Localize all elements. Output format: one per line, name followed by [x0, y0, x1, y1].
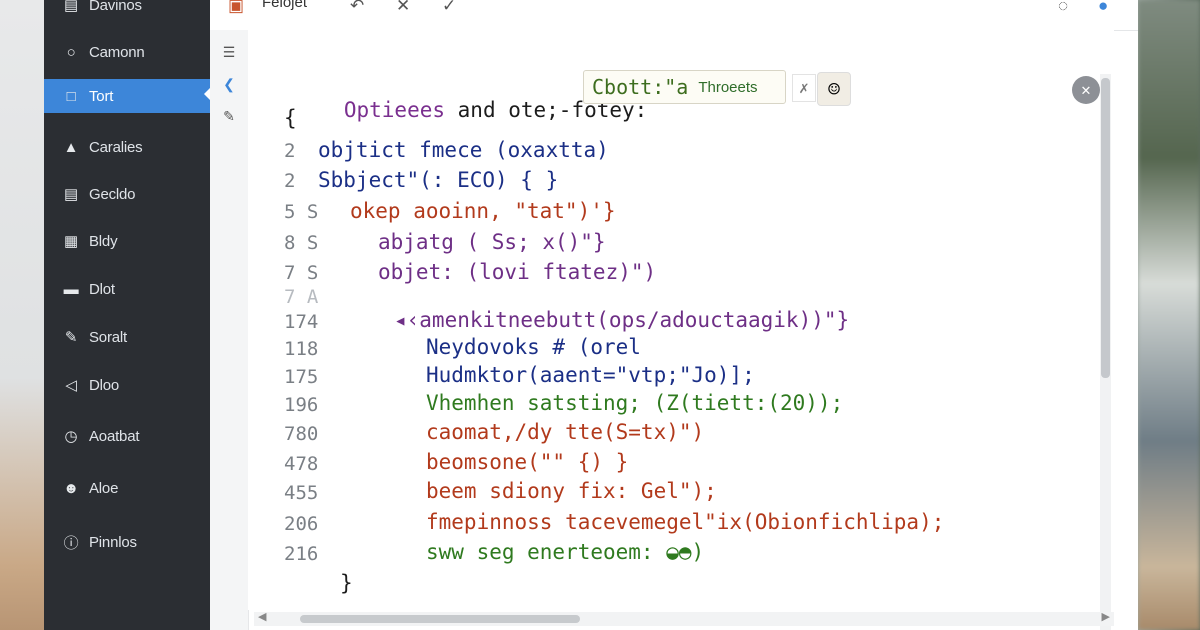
- line-number: 2: [284, 170, 296, 192]
- line-number: 216: [284, 543, 319, 565]
- sidebar-item-label: Aloe: [89, 479, 119, 497]
- sidebar-item-soralt[interactable]: ✎ Soralt: [44, 320, 210, 354]
- code-line: ◂‹amenkitneebutt(ops/adouctaagik))"}: [394, 308, 850, 332]
- sidebar-item-aloe[interactable]: ☻ Aloe: [44, 471, 210, 505]
- line-number: 174: [284, 311, 319, 333]
- list-icon: ▦: [64, 233, 78, 250]
- code-line: objtict fmece (oxaxtta): [318, 138, 609, 162]
- sidebar-item-label: Pinnlos: [89, 533, 137, 551]
- code-line: beem sdiony fix: Gel");: [426, 479, 717, 503]
- code-line: Neydovoks # (orel: [426, 335, 641, 359]
- sidebar-item-label: Bldy: [89, 232, 118, 250]
- header-keyword: Optieees: [343, 98, 446, 122]
- sidebar-item-label: Dlot: [89, 280, 115, 298]
- line-number: 2: [284, 140, 296, 162]
- line-number: 7 A: [284, 286, 319, 308]
- pen-icon[interactable]: ✎: [221, 108, 237, 124]
- sidebar-item-label: Dloo: [89, 376, 120, 394]
- hint-label: Throeets: [698, 78, 758, 96]
- line-number: 780: [284, 423, 319, 445]
- hint-code: Cbott:"a: [592, 75, 689, 99]
- sidebar-item-label: Soralt: [89, 328, 127, 346]
- close-icon[interactable]: ✕: [396, 0, 410, 16]
- sidebar-item-label: Camonn: [89, 43, 145, 61]
- code-editor[interactable]: Optieees and ote;-fotey: Cbott:"a Throee…: [248, 30, 1114, 630]
- line-number: 118: [284, 338, 319, 360]
- home-icon: ▲: [63, 138, 79, 156]
- code-line: Vhemhen satsting; (Z(tiett:(20));: [426, 391, 844, 415]
- line-number: 196: [284, 394, 319, 416]
- sidebar-item-label: Caralies: [89, 138, 143, 156]
- sidebar-item-bldy[interactable]: ▦ Bldy: [44, 224, 210, 258]
- autocomplete-hint[interactable]: Cbott:"a Throeets: [583, 70, 786, 104]
- code-line: Sbbject"(: ECO) { }: [318, 168, 559, 192]
- line-number: 455: [284, 482, 319, 504]
- sidebar-item-dloo[interactable]: ◁ Dloo: [44, 368, 210, 402]
- sidebar-item-pinnlos[interactable]: ⓘ Pinnlos: [44, 525, 210, 559]
- tab-label[interactable]: Felojet: [262, 0, 307, 11]
- back-icon: ◁: [65, 377, 77, 394]
- line-number: 206: [284, 513, 319, 535]
- loading-icon: ◌: [1058, 0, 1069, 15]
- info-icon: ⓘ: [63, 534, 79, 552]
- clock-icon: ◷: [64, 428, 78, 445]
- chevron-left-icon[interactable]: ❮: [221, 76, 237, 92]
- avatar[interactable]: ●: [1098, 0, 1108, 16]
- square-icon: □: [66, 87, 76, 105]
- background-right: [1138, 0, 1200, 630]
- scrollbar-thumb[interactable]: [300, 615, 580, 623]
- close-panel-button[interactable]: ✕: [1072, 76, 1100, 104]
- line-number: 478: [284, 453, 319, 475]
- code-line: okep aooinn, "tat")'}: [350, 199, 616, 223]
- code-line: fmepinnoss tacevemegel"ix(Obionfichlipa)…: [426, 510, 945, 534]
- folder-icon: ▤: [64, 0, 78, 14]
- code-line: caomat,/dy tte(S=tx)"): [426, 420, 705, 444]
- sidebar-item-camonn[interactable]: ○ Camonn: [44, 35, 210, 69]
- horizontal-scrollbar[interactable]: ◀ ▶: [254, 610, 1114, 626]
- code-line: objet: (lovi ftatez)"): [378, 260, 657, 284]
- hint-dismiss-icon[interactable]: ✗: [792, 74, 816, 102]
- sidebar-item-label: Davinos: [89, 0, 142, 14]
- sidebar-item-dlot[interactable]: ▬ Dlot: [44, 272, 210, 306]
- line-number: 5 S: [284, 201, 319, 223]
- tag-icon[interactable]: ✓: [442, 0, 456, 16]
- sidebar-item-gecldo[interactable]: ▤ Gecldo: [44, 177, 210, 211]
- line-number: 8 S: [284, 232, 319, 254]
- scroll-left-icon[interactable]: ◀: [258, 610, 266, 623]
- vertical-scrollbar[interactable]: [1100, 74, 1111, 630]
- toolbar: ▣ Felojet ↶ ✕ ✓ ◌ ●: [210, 0, 1138, 31]
- grid-icon: ▤: [64, 186, 78, 203]
- background-left: [0, 0, 44, 630]
- code-line: sww seg enerteoem: ◒◓): [426, 540, 705, 564]
- line-number: 175: [284, 366, 319, 388]
- code-line: }: [340, 571, 353, 595]
- bar-icon: ▬: [63, 280, 79, 298]
- sidebar-item-tort[interactable]: □ Tort: [44, 79, 210, 113]
- line-number: 7 S: [284, 262, 319, 284]
- sidebar-item-davinos[interactable]: ▤ Davinos: [44, 0, 210, 22]
- code-line: beomsone("" {) }: [426, 450, 629, 474]
- scroll-right-icon[interactable]: ▶: [1102, 610, 1110, 623]
- file-icon[interactable]: ▣: [228, 0, 244, 16]
- scrollbar-thumb[interactable]: [1101, 78, 1110, 378]
- code-line: {: [284, 106, 297, 130]
- editor-window: ▤ Davinos ○ Camonn □ Tort ▲ Caralies ▤ G…: [44, 0, 1138, 630]
- sidebar: ▤ Davinos ○ Camonn □ Tort ▲ Caralies ▤ G…: [44, 0, 210, 630]
- circle-icon: ○: [66, 43, 76, 61]
- sidebar-item-label: Tort: [89, 87, 114, 105]
- list-icon[interactable]: ☰: [221, 44, 237, 60]
- sidebar-item-aoatbat[interactable]: ◷ Aoatbat: [44, 419, 210, 453]
- undo-icon[interactable]: ↶: [350, 0, 364, 16]
- sidebar-item-label: Aoatbat: [89, 427, 140, 445]
- code-line: Hudmktor(aaent="vtp;"Jo)];: [426, 363, 755, 387]
- sidebar-item-caralies[interactable]: ▲ Caralies: [44, 130, 210, 164]
- sidebar-item-label: Gecldo: [89, 185, 136, 203]
- tool-gutter: ☰ ❮ ✎: [210, 30, 249, 630]
- user-icon: ☻: [63, 479, 79, 497]
- pen-icon: ✎: [64, 329, 78, 346]
- assistant-avatar-icon[interactable]: ☺: [817, 72, 851, 106]
- code-line: abjatg ( Ss; x()"}: [378, 230, 606, 254]
